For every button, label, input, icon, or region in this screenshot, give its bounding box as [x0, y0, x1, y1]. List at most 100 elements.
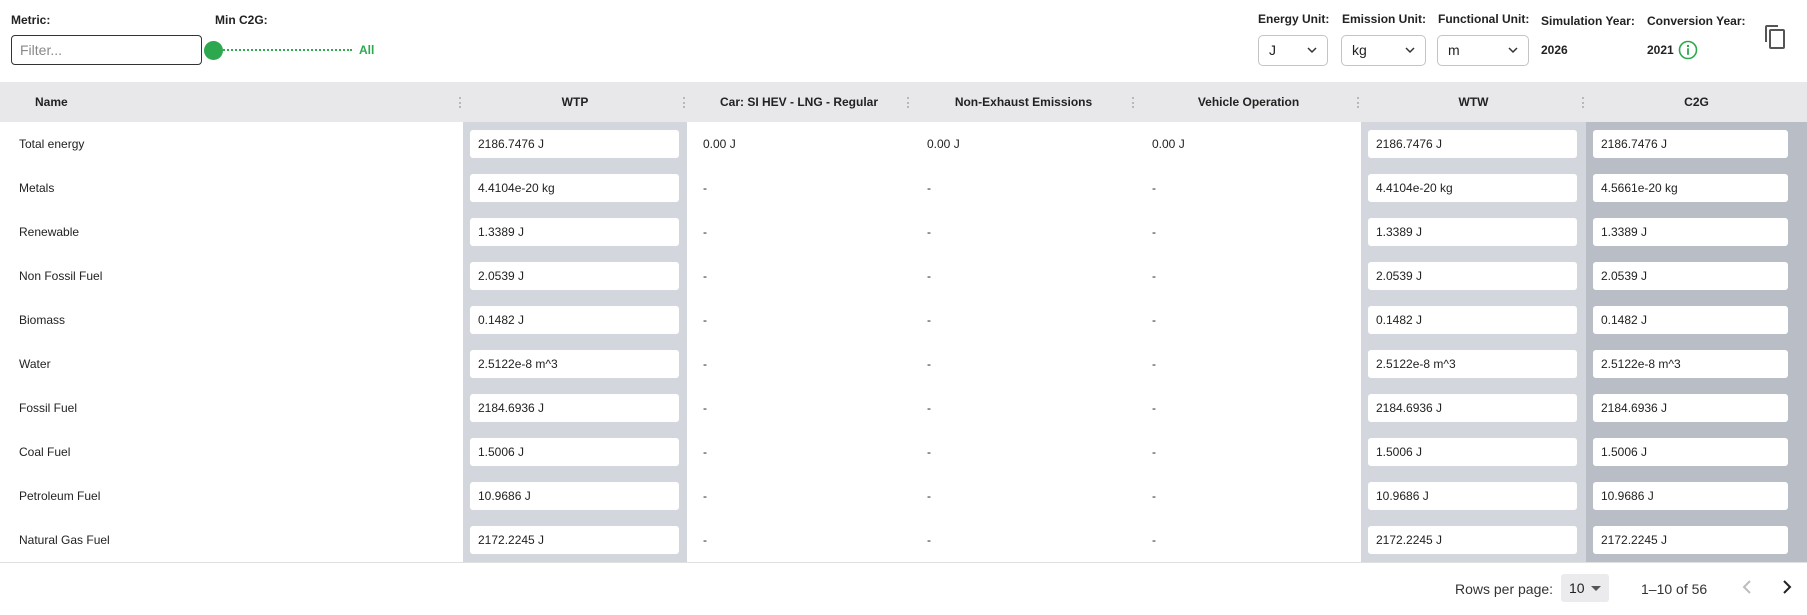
vehicle-operation-cell: - [1144, 174, 1352, 202]
vehicle-operation-cell: - [1144, 306, 1352, 334]
wtp-cell: 2186.7476 J [470, 130, 679, 158]
wtw-cell: 2172.2245 J [1368, 526, 1577, 554]
info-circle-icon[interactable] [1678, 40, 1698, 60]
wtp-cell: 1.3389 J [470, 218, 679, 246]
column-header-wtp[interactable]: WTP [463, 82, 687, 122]
min-c2g-slider[interactable] [204, 40, 352, 60]
table-header: Name WTP Car: SI HEV - LNG - Regular Non… [0, 82, 1807, 122]
column-resize-handle[interactable] [907, 97, 909, 108]
energy-unit-value: J [1269, 42, 1276, 58]
column-header-vehicle-operation[interactable]: Vehicle Operation [1136, 82, 1361, 122]
wtp-cell: 10.9686 J [470, 482, 679, 510]
table-row[interactable]: Water 2.5122e-8 m^3- - -2.5122e-8 m^3 2.5122… [0, 342, 1807, 386]
vehicle-operation-cell: - [1144, 262, 1352, 290]
column-resize-handle[interactable] [683, 97, 685, 108]
wtp-cell: 2184.6936 J [470, 394, 679, 422]
name-cell: Renewable [11, 218, 455, 246]
functional-unit-value: m [1448, 42, 1460, 58]
energy-unit-select[interactable]: J [1258, 35, 1328, 66]
table-row[interactable]: Metals 4.4104e-20 kg - - -4.4104e-20 kg 4.566… [0, 166, 1807, 210]
wtw-cell: 0.1482 J [1368, 306, 1577, 334]
wtw-cell: 2.5122e-8 m^3 [1368, 350, 1577, 378]
metric-filter-input[interactable] [11, 35, 202, 65]
table-row[interactable]: Non Fossil Fuel 2.0539 J - - -2.0539 J 2.0539… [0, 254, 1807, 298]
car-pathway-cell: - [695, 218, 902, 246]
chevron-down-icon [1307, 47, 1317, 54]
non-exhaust-cell: - [919, 438, 1127, 466]
column-header-car-pathway[interactable]: Car: SI HEV - LNG - Regular [687, 82, 911, 122]
conversion-year-label: Conversion Year: [1647, 14, 1746, 28]
slider-thumb[interactable] [204, 41, 223, 60]
non-exhaust-cell: - [919, 526, 1127, 554]
non-exhaust-cell: - [919, 218, 1127, 246]
pagination: Rows per page: 10 1–10 of 56 [0, 562, 1807, 615]
rows-per-page-select[interactable]: 10 [1561, 574, 1609, 602]
non-exhaust-cell: - [919, 174, 1127, 202]
c2g-cell: 10.9686 J [1593, 482, 1788, 510]
table-row[interactable]: Total energy 2186.7476 J 0.00 J 0.00 J 0.00 … [0, 122, 1807, 166]
column-header-name[interactable]: Name [0, 82, 460, 122]
c2g-cell: 2.5122e-8 m^3 [1593, 350, 1788, 378]
chevron-left-icon[interactable] [1736, 576, 1758, 598]
energy-unit-label: Energy Unit: [1258, 12, 1330, 26]
column-header-non-exhaust-emissions[interactable]: Non-Exhaust Emissions [911, 82, 1136, 122]
wtp-cell: 2172.2245 J [470, 526, 679, 554]
vehicle-operation-cell: - [1144, 482, 1352, 510]
car-pathway-cell: - [695, 482, 902, 510]
wtw-cell: 2184.6936 J [1368, 394, 1577, 422]
car-pathway-cell: 0.00 J [695, 130, 902, 158]
emission-unit-select[interactable]: kg [1341, 35, 1426, 66]
name-cell: Non Fossil Fuel [11, 262, 455, 290]
c2g-cell: 0.1482 J [1593, 306, 1788, 334]
car-pathway-cell: - [695, 262, 902, 290]
chevron-down-icon [1405, 47, 1415, 54]
name-cell: Natural Gas Fuel [11, 526, 455, 554]
c2g-cell: 2184.6936 J [1593, 394, 1788, 422]
column-resize-handle[interactable] [1357, 97, 1359, 108]
conversion-year-value: 2021 [1647, 43, 1674, 57]
name-cell: Metals [11, 174, 455, 202]
non-exhaust-cell: - [919, 350, 1127, 378]
table-row[interactable]: Natural Gas Fuel 2172.2245 J - - -2172.2245 … [0, 518, 1807, 562]
table-row[interactable]: Fossil Fuel 2184.6936 J - - -2184.6936 J 2184… [0, 386, 1807, 430]
functional-unit-label: Functional Unit: [1438, 12, 1530, 26]
emission-unit-label: Emission Unit: [1342, 12, 1427, 26]
emission-unit-value: kg [1352, 42, 1367, 58]
copy-icon[interactable] [1763, 24, 1787, 50]
column-resize-handle[interactable] [1582, 97, 1584, 108]
non-exhaust-cell: - [919, 262, 1127, 290]
column-header-wtw[interactable]: WTW [1361, 82, 1586, 122]
column-header-c2g[interactable]: C2G [1586, 82, 1807, 122]
metric-label: Metric: [11, 13, 51, 27]
wtp-cell: 2.0539 J [470, 262, 679, 290]
min-c2g-value: All [359, 43, 375, 57]
functional-unit-select[interactable]: m [1437, 35, 1529, 66]
rows-per-page-label: Rows per page: [1455, 581, 1554, 597]
vehicle-operation-cell: - [1144, 526, 1352, 554]
name-cell: Total energy [11, 130, 455, 158]
non-exhaust-cell: - [919, 306, 1127, 334]
vehicle-operation-cell: - [1144, 218, 1352, 246]
table-row[interactable]: Biomass 0.1482 J - - -0.1482 J 0.1482 J [0, 298, 1807, 342]
table-row[interactable]: Coal Fuel 1.5006 J - - -1.5006 J 1.5006 J [0, 430, 1807, 474]
wtw-cell: 10.9686 J [1368, 482, 1577, 510]
non-exhaust-cell: 0.00 J [919, 130, 1127, 158]
c2g-cell: 2172.2245 J [1593, 526, 1788, 554]
car-pathway-cell: - [695, 394, 902, 422]
vehicle-operation-cell: - [1144, 350, 1352, 378]
non-exhaust-cell: - [919, 394, 1127, 422]
name-cell: Coal Fuel [11, 438, 455, 466]
c2g-cell: 1.5006 J [1593, 438, 1788, 466]
column-resize-handle[interactable] [459, 97, 461, 108]
c2g-cell: 4.5661e-20 kg [1593, 174, 1788, 202]
rows-per-page-value: 10 [1569, 580, 1585, 596]
table-row[interactable]: Renewable 1.3389 J - - -1.3389 J 1.3389 J [0, 210, 1807, 254]
column-resize-handle[interactable] [1132, 97, 1134, 108]
table-row[interactable]: Petroleum Fuel 10.9686 J - - -10.9686 J 10.96… [0, 474, 1807, 518]
wtw-cell: 4.4104e-20 kg [1368, 174, 1577, 202]
wtp-cell: 2.5122e-8 m^3 [470, 350, 679, 378]
c2g-cell: 2.0539 J [1593, 262, 1788, 290]
chevron-right-icon[interactable] [1776, 576, 1798, 598]
c2g-cell: 2186.7476 J [1593, 130, 1788, 158]
name-cell: Petroleum Fuel [11, 482, 455, 510]
